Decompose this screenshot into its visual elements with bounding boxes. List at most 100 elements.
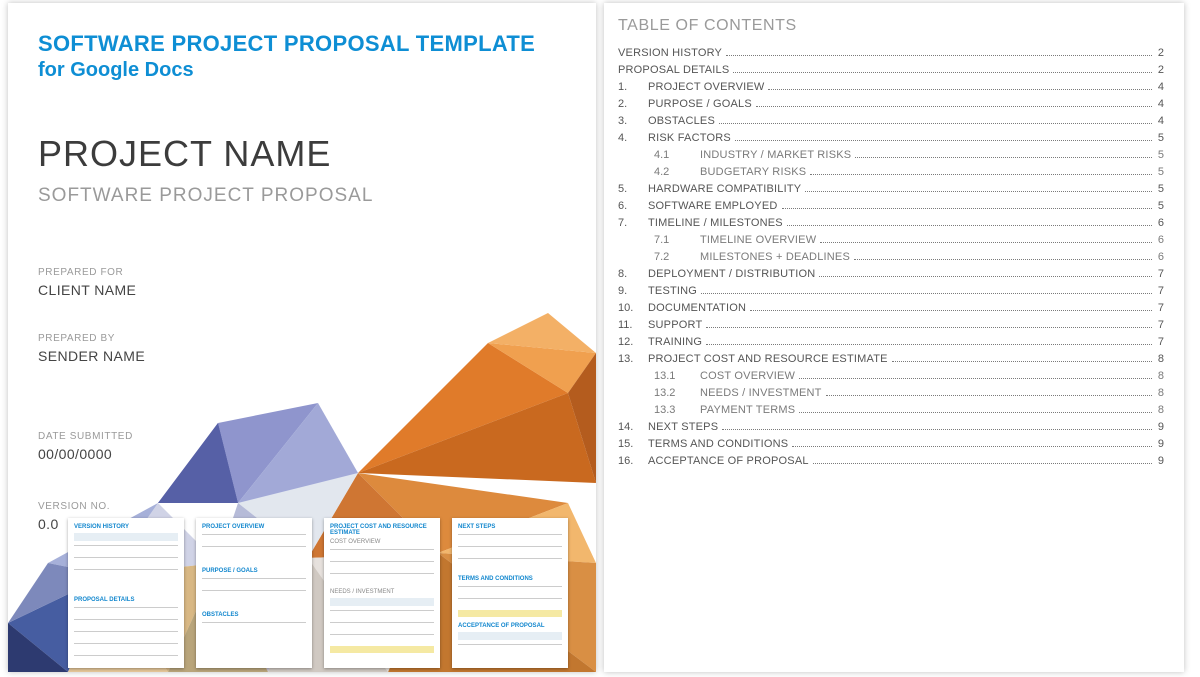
toc-entry-page: 4 <box>1156 81 1164 93</box>
toc-entry-page: 5 <box>1156 132 1164 144</box>
toc-entry: 9.TESTING7 <box>618 285 1164 297</box>
toc-entry: 4.2BUDGETARY RISKS5 <box>618 166 1164 178</box>
toc-entry-label: PROPOSAL DETAILS <box>618 64 729 76</box>
toc-entry-leader <box>726 54 1152 56</box>
page-thumbnails: VERSION HISTORY PROPOSAL DETAILS PROJECT… <box>68 518 568 668</box>
toc-heading: TABLE OF CONTENTS <box>618 17 1164 35</box>
toc-entry: VERSION HISTORY2 <box>618 47 1164 59</box>
thumb3-hdr-b: PURPOSE / GOALS <box>202 568 306 574</box>
toc-entry: 7.2MILESTONES + DEADLINES6 <box>618 251 1164 263</box>
thumb2-hdr-a: VERSION HISTORY <box>74 524 178 530</box>
toc-entry: 13.1COST OVERVIEW8 <box>618 370 1164 382</box>
template-title-line1: SOFTWARE PROJECT PROPOSAL TEMPLATE <box>38 31 535 57</box>
thumb5-hdr-c: ACCEPTANCE OF PROPOSAL <box>458 623 562 629</box>
toc-entry-number: 4. <box>618 132 648 144</box>
toc-entry-leader <box>792 445 1152 447</box>
toc-entry-number: 2. <box>618 98 648 110</box>
toc-entry-page: 5 <box>1156 200 1164 212</box>
thumbnail-page-5: NEXT STEPS TERMS AND CONDITIONS ACCEPTAN… <box>452 518 568 668</box>
toc-entry-number: 3. <box>618 115 648 127</box>
thumb5-hdr-a: NEXT STEPS <box>458 524 562 530</box>
toc-entry-number: 12. <box>618 336 648 348</box>
toc-entry-label: TESTING <box>648 285 697 297</box>
toc-entry-label: HARDWARE COMPATIBILITY <box>648 183 801 195</box>
toc-entry: 4.1INDUSTRY / MARKET RISKS 5 <box>618 149 1164 161</box>
toc-entry: 3.OBSTACLES 4 <box>618 115 1164 127</box>
toc-entry-label: PROJECT COST AND RESOURCE ESTIMATE <box>648 353 888 365</box>
toc-entry-leader <box>722 428 1152 430</box>
toc-page: TABLE OF CONTENTS VERSION HISTORY2 PROPOS… <box>604 3 1184 672</box>
toc-entry: 16.ACCEPTANCE OF PROPOSAL9 <box>618 455 1164 467</box>
toc-entry-number: 15. <box>618 438 648 450</box>
toc-entry-number: 6. <box>618 200 648 212</box>
thumb4-hdr-a: PROJECT COST AND RESOURCE ESTIMATE <box>330 524 434 536</box>
toc-entry-label: NEEDS / INVESTMENT <box>700 387 822 399</box>
toc-entry-page: 9 <box>1156 438 1164 450</box>
toc-entry-page: 7 <box>1156 268 1164 280</box>
toc-entry-page: 2 <box>1156 64 1164 76</box>
toc-entry-label: TIMELINE OVERVIEW <box>700 234 816 246</box>
thumbnail-page-2: VERSION HISTORY PROPOSAL DETAILS <box>68 518 184 668</box>
toc-entry-page: 9 <box>1156 455 1164 467</box>
toc-entry-page: 6 <box>1156 251 1164 263</box>
version-label: VERSION NO. <box>38 501 110 512</box>
toc-entry: 15.TERMS AND CONDITIONS9 <box>618 438 1164 450</box>
toc-entry-label: SUPPORT <box>648 319 702 331</box>
toc-entry-page: 7 <box>1156 302 1164 314</box>
thumb4-hdr-c: NEEDS / INVESTMENT <box>330 589 434 595</box>
toc-entry-page: 5 <box>1156 149 1164 161</box>
toc-entry-label: RISK FACTORS <box>648 132 731 144</box>
toc-entry-leader <box>706 343 1152 345</box>
toc-entry-leader <box>701 292 1152 294</box>
toc-entry: 13.2NEEDS / INVESTMENT8 <box>618 387 1164 399</box>
project-name: PROJECT NAME <box>38 133 331 175</box>
thumb4-hdr-b: COST OVERVIEW <box>330 539 434 545</box>
toc-entry-label: PROJECT OVERVIEW <box>648 81 764 93</box>
prepared-for-value: CLIENT NAME <box>38 282 136 298</box>
toc-entry: PROPOSAL DETAILS 2 <box>618 64 1164 76</box>
template-title-line2: for Google Docs <box>38 59 535 82</box>
toc-entry-page: 2 <box>1156 47 1164 59</box>
toc-entry-leader <box>735 139 1152 141</box>
toc-entry-page: 8 <box>1156 387 1164 399</box>
toc-list: VERSION HISTORY2PROPOSAL DETAILS21.PROJE… <box>618 47 1164 467</box>
toc-entry-page: 7 <box>1156 285 1164 297</box>
prepared-by-field: PREPARED BY SENDER NAME <box>38 333 145 364</box>
toc-entry-page: 4 <box>1156 115 1164 127</box>
toc-entry-number: 14. <box>618 421 648 433</box>
thumb5-hdr-b: TERMS AND CONDITIONS <box>458 576 562 582</box>
toc-entry-page: 8 <box>1156 370 1164 382</box>
toc-entry: 11.SUPPORT7 <box>618 319 1164 331</box>
prepared-by-label: PREPARED BY <box>38 333 145 344</box>
toc-entry-number: 4.1 <box>654 149 700 161</box>
toc-entry-number: 10. <box>618 302 648 314</box>
toc-entry-label: INDUSTRY / MARKET RISKS <box>700 149 851 161</box>
toc-entry-page: 5 <box>1156 166 1164 178</box>
toc-entry-page: 5 <box>1156 183 1164 195</box>
toc-entry-page: 9 <box>1156 421 1164 433</box>
toc-entry-leader <box>820 241 1152 243</box>
toc-entry-leader <box>782 207 1152 209</box>
toc-entry-label: TIMELINE / MILESTONES <box>648 217 783 229</box>
toc-entry-number: 7.1 <box>654 234 700 246</box>
toc-entry-label: MILESTONES + DEADLINES <box>700 251 850 263</box>
toc-entry-page: 7 <box>1156 336 1164 348</box>
toc-entry-leader <box>799 377 1152 379</box>
toc-entry-page: 8 <box>1156 353 1164 365</box>
toc-entry-leader <box>855 156 1152 158</box>
toc-entry-label: OBSTACLES <box>648 115 715 127</box>
toc-entry-label: PURPOSE / GOALS <box>648 98 752 110</box>
toc-entry: 10.DOCUMENTATION 7 <box>618 302 1164 314</box>
toc-entry: 7.TIMELINE / MILESTONES6 <box>618 217 1164 229</box>
toc-entry: 5.HARDWARE COMPATIBILITY5 <box>618 183 1164 195</box>
toc-entry-leader <box>719 122 1152 124</box>
toc-entry-label: TRAINING <box>648 336 702 348</box>
toc-entry: 7.1TIMELINE OVERVIEW 6 <box>618 234 1164 246</box>
toc-entry-page: 7 <box>1156 319 1164 331</box>
toc-entry: 4.RISK FACTORS 5 <box>618 132 1164 144</box>
toc-entry-page: 6 <box>1156 234 1164 246</box>
toc-entry-leader <box>854 258 1152 260</box>
toc-entry-label: DOCUMENTATION <box>648 302 746 314</box>
toc-entry-leader <box>892 360 1152 362</box>
toc-entry: 6.SOFTWARE EMPLOYED5 <box>618 200 1164 212</box>
